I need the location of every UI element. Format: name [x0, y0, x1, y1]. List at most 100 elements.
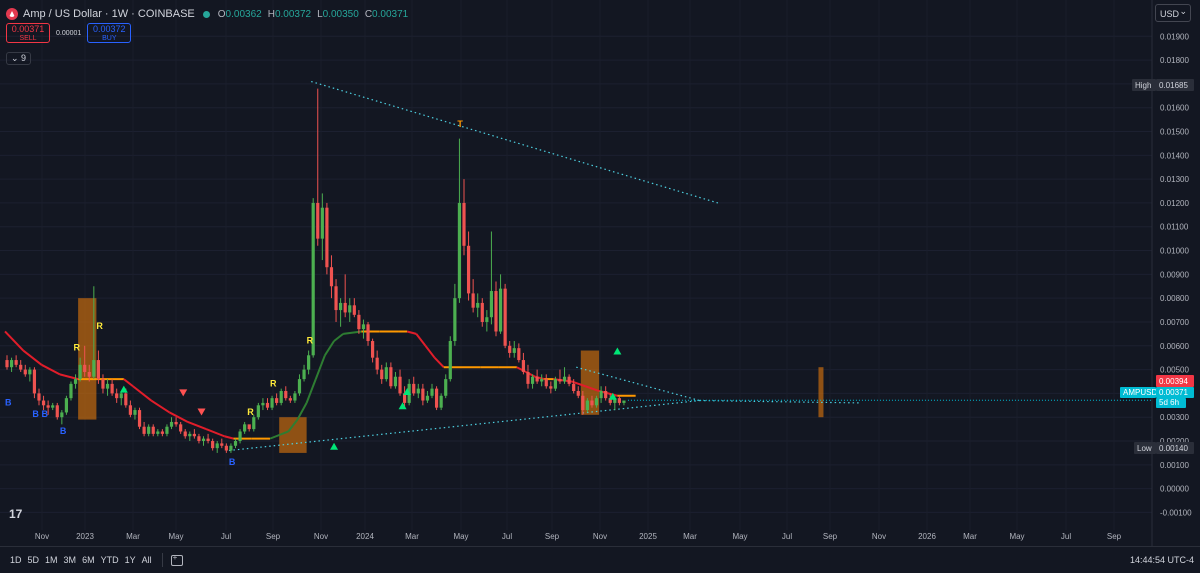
sell-button[interactable]: 0.00371 SELL	[6, 23, 50, 43]
candle-body	[485, 317, 489, 322]
range-all[interactable]: All	[142, 555, 152, 565]
candle-body	[156, 431, 160, 434]
candle-body	[339, 302, 343, 311]
signal-label: B	[60, 426, 67, 436]
candle-body	[393, 376, 398, 387]
candle-body	[110, 383, 114, 394]
candle-body	[398, 376, 402, 394]
buy-button[interactable]: 0.00372 BUY	[87, 23, 132, 43]
ohlc-high: H0.00372	[267, 8, 312, 20]
candle-body	[270, 398, 274, 408]
x-tick-label: 2025	[639, 532, 657, 541]
candle-body	[599, 391, 603, 399]
candle-body	[224, 445, 228, 451]
candle-body	[5, 360, 9, 368]
x-tick-label: Sep	[823, 532, 838, 541]
candle-body	[526, 371, 530, 384]
high-value: 0.01685	[1159, 81, 1188, 90]
go-to-date-icon[interactable]	[170, 553, 183, 566]
candle-body	[412, 383, 416, 394]
bottom-toolbar: 1D 5D 1M 3M 6M YTD 1Y All 14:44:54 UTC-4	[0, 546, 1200, 573]
candle-body	[325, 207, 329, 268]
candle-body	[275, 398, 279, 403]
candle-body	[471, 293, 475, 308]
candle-body	[416, 388, 420, 394]
candle-body	[585, 400, 589, 411]
candle-body	[32, 369, 37, 394]
y-tick-label: 0.00600	[1160, 342, 1189, 351]
candle-body	[590, 400, 594, 406]
y-tick-label: 0.00800	[1160, 294, 1189, 303]
candle-body	[105, 383, 110, 389]
candle-body	[617, 398, 621, 403]
indicators-toggle[interactable]: ⌄ 9	[6, 52, 32, 65]
candle-body	[389, 367, 393, 387]
candle-body	[494, 291, 498, 332]
candle-body	[69, 383, 73, 399]
range-5d[interactable]: 5D	[28, 555, 40, 565]
signal-label: R	[96, 321, 103, 331]
symbol-title[interactable]: Amp / US Dollar · 1W · COINBASE	[23, 8, 195, 20]
candle-body	[201, 438, 206, 442]
candle-body	[211, 441, 215, 449]
x-tick-label: Jul	[782, 532, 792, 541]
tradingview-logo-icon[interactable]: 17	[9, 507, 22, 521]
candle-body	[320, 207, 324, 239]
candle-body	[348, 305, 352, 313]
candle-body	[604, 391, 608, 399]
y-tick-label: 0.01100	[1160, 223, 1189, 232]
candle-body	[183, 431, 187, 437]
range-3m[interactable]: 3M	[64, 555, 77, 565]
candle-body	[343, 302, 347, 313]
y-tick-label: 0.01000	[1160, 247, 1189, 256]
candle-body	[288, 398, 292, 401]
ma-price-tag: 0.00394	[1159, 377, 1188, 386]
clock[interactable]: 14:44:54 UTC-4	[1130, 555, 1194, 565]
last-symbol-tag: AMPUSD	[1123, 388, 1157, 397]
candle-body	[334, 286, 338, 311]
candle-body	[197, 436, 201, 442]
range-1m[interactable]: 1M	[45, 555, 58, 565]
candle-body	[361, 324, 366, 330]
range-1y[interactable]: 1Y	[125, 555, 136, 565]
candle-body	[517, 348, 521, 361]
candle-body	[115, 393, 119, 399]
price-chart[interactable]: BBBBRRBRRRT 0.019000.018000.017000.01600…	[0, 0, 1200, 546]
candle-body	[73, 379, 78, 384]
y-tick-label: 0.00500	[1160, 366, 1189, 375]
candle-body	[83, 364, 87, 372]
range-ytd[interactable]: YTD	[101, 555, 119, 565]
range-6m[interactable]: 6M	[82, 555, 95, 565]
candle-body	[220, 443, 224, 446]
candle-body	[124, 393, 128, 406]
candle-body	[421, 388, 425, 401]
candle-body	[142, 426, 146, 434]
low-value: 0.00140	[1159, 444, 1188, 453]
currency-select[interactable]: USD	[1155, 2, 1191, 22]
last-price-tag: 0.00371	[1159, 388, 1188, 397]
candle-body	[544, 379, 548, 387]
y-tick-label: 0.00100	[1160, 461, 1189, 470]
market-status-icon[interactable]	[202, 10, 210, 18]
candle-body	[55, 405, 59, 418]
candle-body	[23, 369, 27, 375]
candle-body	[302, 369, 306, 380]
x-tick-label: May	[168, 532, 183, 541]
candle-body	[576, 391, 580, 396]
candle-body	[41, 400, 46, 406]
candle-body	[137, 410, 142, 427]
y-tick-label: 0.01200	[1160, 199, 1189, 208]
candle-body	[553, 379, 557, 389]
x-tick-label: Mar	[683, 532, 697, 541]
candle-body	[434, 388, 439, 408]
candle-body	[311, 202, 315, 356]
candle-body	[160, 431, 164, 434]
range-1d[interactable]: 1D	[10, 555, 22, 565]
candle-body	[206, 438, 210, 442]
candle-body	[252, 417, 256, 430]
signal-label: R	[270, 378, 277, 388]
candle-body	[444, 379, 448, 396]
signal-box	[818, 367, 824, 418]
signal-box	[279, 417, 307, 453]
candle-body	[192, 433, 196, 437]
